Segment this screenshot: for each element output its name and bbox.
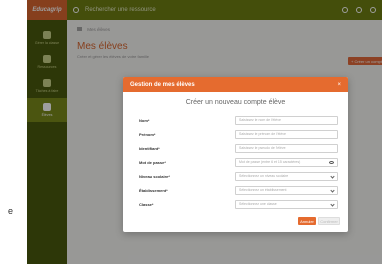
app-window: Educagrip Gérer la classe Ressources Tâc… [27,0,382,264]
password-field[interactable]: Mot de passe (entre 6 et 15 caractères) [235,157,338,167]
field-label: Prénom* [139,131,156,137]
field-label: Nom* [139,117,150,123]
field-label: Niveau scolaire* [139,173,170,179]
chevron-down-icon [330,173,335,179]
field-placeholder: Sélectionnez une classe [239,202,277,206]
field-label: Établissement* [139,187,168,193]
first-name-field[interactable]: Saisissez le prénom de l'élève [235,129,338,139]
confirm-button[interactable]: Confirmer [318,217,340,225]
field-placeholder: Saisissez le prénom de l'élève [239,132,286,136]
username-field[interactable]: Saisissez le pseudo de l'élève [235,143,338,153]
field-label: Classe* [139,201,154,207]
chevron-down-icon [330,201,335,207]
chevron-down-icon [330,187,335,193]
modal-title: Gestion de mes élèves [130,81,195,88]
form-row-etablissement: Établissement* Sélectionnez un établisse… [139,185,338,195]
outside-fragment-text: e [8,206,14,216]
modal-subtitle: Créer un nouveau compte élève [185,99,286,106]
form-row-nom: Nom* Saisissez le nom de l'élève [139,115,338,125]
field-placeholder: Saisissez le nom de l'élève [239,118,281,122]
school-level-select[interactable]: Sélectionnez un niveau scolaire [235,171,338,181]
form-row-identifiant: Identifiant* Saisissez le pseudo de l'él… [139,143,338,153]
form-row-niveau: Niveau scolaire* Sélectionnez un niveau … [139,171,338,181]
form-row-prenom: Prénom* Saisissez le prénom de l'élève [139,129,338,139]
field-placeholder: Mot de passe (entre 6 et 15 caractères) [239,160,301,164]
modal-header: Gestion de mes élèves × [123,77,348,92]
close-icon[interactable]: × [337,82,341,88]
field-placeholder: Sélectionnez un établissement [239,188,287,192]
last-name-field[interactable]: Saisissez le nom de l'élève [235,115,338,125]
class-select[interactable]: Sélectionnez une classe [235,199,338,209]
field-placeholder: Saisissez le pseudo de l'élève [239,146,286,150]
cancel-button[interactable]: Annuler [298,217,316,225]
field-label: Identifiant* [139,145,160,151]
field-placeholder: Sélectionnez un niveau scolaire [239,174,289,178]
form-row-password: Mot de passe* Mot de passe (entre 6 et 1… [139,157,338,167]
eye-icon[interactable] [329,161,334,164]
form-row-classe: Classe* Sélectionnez une classe [139,199,338,209]
field-label: Mot de passe* [139,159,166,165]
school-select[interactable]: Sélectionnez un établissement [235,185,338,195]
student-modal: Gestion de mes élèves × Créer un nouveau… [123,77,348,232]
